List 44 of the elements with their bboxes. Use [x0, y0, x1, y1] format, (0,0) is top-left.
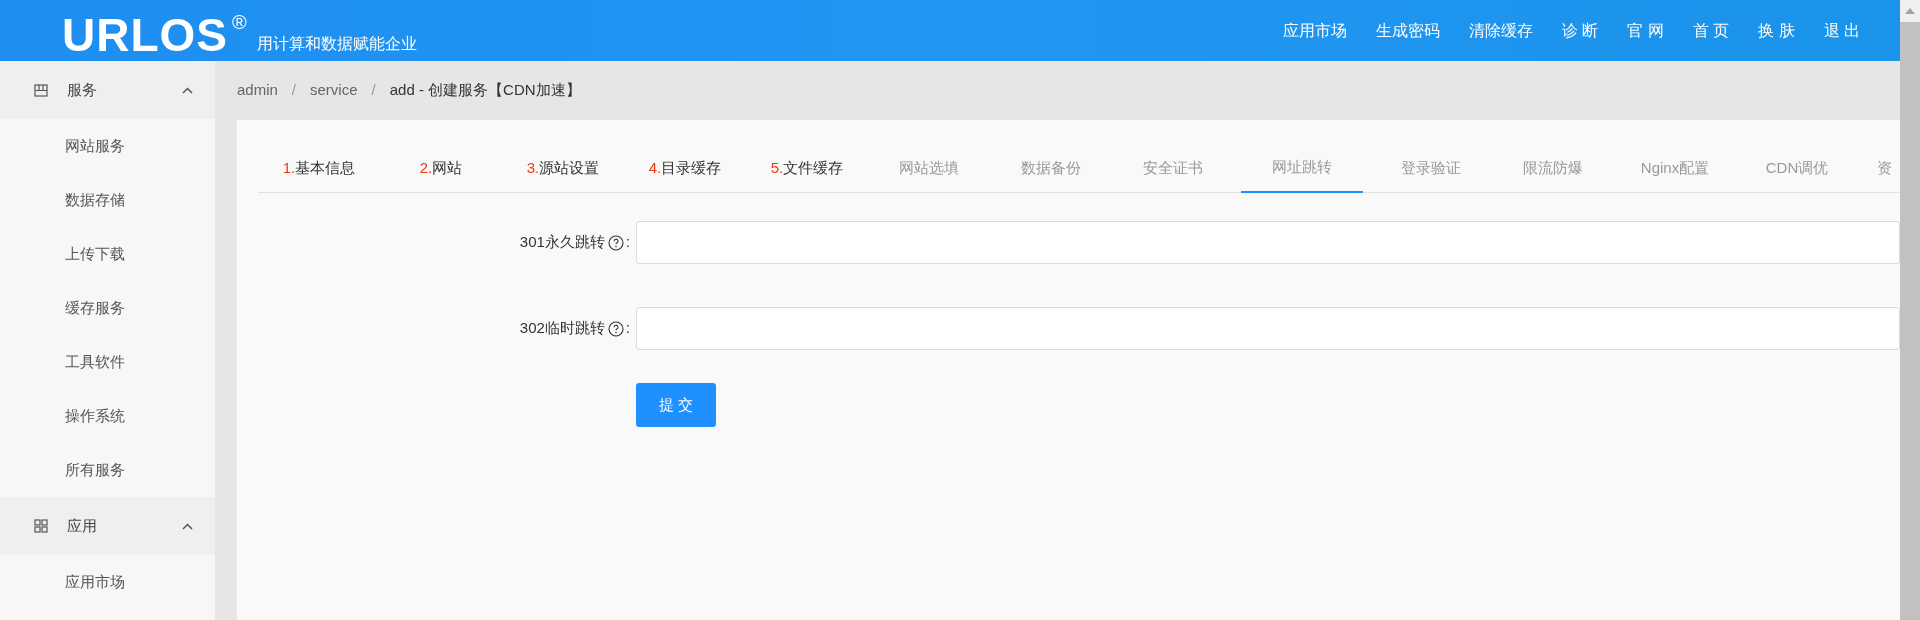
logo-text: URLOS: [62, 11, 228, 58]
tab[interactable]: 5.文件缓存: [746, 144, 868, 192]
breadcrumb-link[interactable]: service: [310, 79, 358, 102]
registered-mark: ®: [232, 11, 247, 32]
field-label: 301永久跳转: [519, 232, 605, 253]
sidebar-item[interactable]: 数据存储: [0, 173, 215, 227]
tab[interactable]: 2.网站: [380, 144, 502, 192]
field-label: 302临时跳转: [519, 318, 605, 339]
nav-link[interactable]: 换 肤: [1758, 18, 1795, 43]
nav-link[interactable]: 官 网: [1627, 18, 1664, 43]
nav-link[interactable]: 清除缓存: [1468, 18, 1533, 43]
sidebar-item[interactable]: 所有服务: [0, 443, 215, 497]
breadcrumb-separator: /: [371, 80, 376, 101]
sidebar-item[interactable]: 应用市场: [0, 555, 215, 609]
nav-link[interactable]: 首 页: [1692, 18, 1730, 43]
breadcrumb-current: add - 创建服务【CDN加速】: [389, 80, 581, 101]
colon: :: [625, 318, 630, 339]
services-icon: [34, 83, 48, 97]
colon: :: [625, 232, 630, 253]
nav-link[interactable]: 生成密码: [1375, 18, 1440, 43]
nav-link[interactable]: 诊 断: [1561, 18, 1599, 43]
nav-link[interactable]: 应用市场: [1282, 18, 1347, 43]
scroll-up-arrow-icon[interactable]: [1905, 8, 1915, 14]
tab[interactable]: 4.目录缓存: [624, 144, 746, 192]
sidebar-item[interactable]: 上传下载: [0, 227, 215, 281]
sidebar-item[interactable]: 操作系统: [0, 389, 215, 443]
help-icon[interactable]: [607, 320, 624, 337]
scrollbar[interactable]: [1900, 0, 1920, 620]
breadcrumb-link[interactable]: admin: [237, 79, 278, 102]
breadcrumb-separator: /: [291, 80, 297, 101]
tab[interactable]: 3.源站设置: [502, 144, 624, 192]
nav-link[interactable]: 退 出: [1823, 18, 1860, 43]
submit-button[interactable]: 提 交: [636, 383, 716, 427]
sidebar-item[interactable]: 缓存服务: [0, 281, 215, 335]
sidebar-group-header[interactable]: 应用: [0, 497, 215, 555]
grid-icon: [34, 519, 48, 533]
tab[interactable]: 1.基本信息: [258, 144, 380, 192]
sidebar-item[interactable]: 网站服务: [0, 119, 215, 173]
help-icon[interactable]: [607, 234, 624, 251]
tagline: 用计算和数据赋能企业: [256, 33, 417, 54]
sidebar-group-header[interactable]: 服务: [0, 61, 215, 119]
sidebar-item[interactable]: 工具软件: [0, 335, 215, 389]
text-input[interactable]: [636, 307, 1900, 350]
text-input[interactable]: [636, 221, 1900, 264]
